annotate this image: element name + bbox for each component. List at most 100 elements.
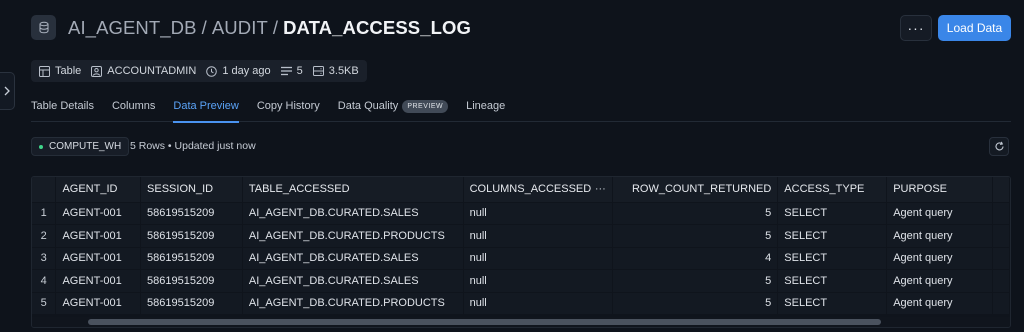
table-metadata-bar: Table ACCOUNTADMIN 1 day ago 5 3.5KB [31,60,367,82]
rows-info: 5 Rows • Updated just now [130,140,256,152]
data-preview-grid[interactable]: AGENT_ID SESSION_ID TABLE_ACCESSED COLUM… [31,176,1011,328]
cell[interactable]: AGENT-001 [55,247,142,270]
tab-table-details[interactable]: Table Details [31,95,94,122]
cell[interactable]: SELECT [777,247,888,270]
cell[interactable]: AI_AGENT_DB.CURATED.SALES [242,202,464,225]
cell[interactable]: null [463,269,613,293]
cell[interactable]: SELECT [777,269,888,293]
cell[interactable]: null [463,202,613,225]
storage-icon [312,66,324,76]
meta-size: 3.5KB [312,65,359,77]
preview-badge: PREVIEW [402,100,449,113]
warehouse-status-dot [39,144,43,149]
cell[interactable]: 5 [612,292,779,315]
cell[interactable]: SELECT [777,292,888,315]
database-icon [31,15,56,40]
table-icon [39,65,50,77]
cell[interactable]: AGENT-001 [55,269,142,293]
cell[interactable]: AI_AGENT_DB.CURATED.PRODUCTS [242,224,464,248]
cell[interactable]: Agent query [886,247,993,270]
cell[interactable]: Agent query [886,202,993,225]
cell[interactable]: 5 [612,269,779,293]
cell[interactable]: AGENT-001 [55,292,142,315]
column-header[interactable]: AGENT_ID [55,177,142,203]
column-header[interactable]: COLUMNS_ACCESSED ··· [463,177,613,203]
row-number: 2 [32,224,57,248]
column-header[interactable]: PURPOSE [886,177,993,203]
meta-owner-label: ACCOUNTADMIN [107,65,197,77]
cell[interactable]: Agent query [886,224,993,248]
meta-type-label: Table [55,65,82,77]
cell[interactable]: 58619515209 [140,224,243,248]
column-header[interactable]: ROW_COUNT_RETURNED [612,177,779,203]
column-header[interactable]: SESSION_ID [140,177,243,203]
table-row[interactable]: 3 AGENT-001 58619515209 AI_AGENT_DB.CURA… [32,247,1010,270]
warehouse-selector[interactable]: COMPUTE_WH [31,137,130,156]
meta-columns: 5 [280,65,303,77]
row-number: 5 [32,292,57,315]
tab-data-preview[interactable]: Data Preview [173,95,240,123]
cell[interactable]: SELECT [777,224,888,248]
breadcrumb-schema[interactable]: AUDIT [212,17,268,38]
scrollbar-thumb[interactable] [88,319,881,325]
tab-data-quality-label: Data Quality [337,100,399,112]
sidebar-expand-toggle[interactable] [0,72,15,110]
rows-icon [280,66,292,76]
cell[interactable]: 58619515209 [140,292,243,315]
cell[interactable]: 58619515209 [140,202,243,225]
tab-data-quality[interactable]: Data Quality PREVIEW [337,95,449,122]
load-data-button[interactable]: Load Data [938,15,1011,41]
cell[interactable]: Agent query [886,269,993,293]
cell-overflow [992,269,1010,293]
column-header-overflow [992,177,1010,203]
column-menu-icon[interactable]: ··· [595,183,606,195]
cell[interactable]: null [463,247,613,270]
breadcrumb-database[interactable]: AI_AGENT_DB [68,17,197,38]
cell[interactable]: 58619515209 [140,269,243,293]
cell[interactable]: 5 [612,224,779,248]
cell[interactable]: 5 [612,202,779,225]
horizontal-scrollbar[interactable] [32,317,1010,327]
row-number: 3 [32,247,57,270]
tab-copy-history[interactable]: Copy History [257,95,320,122]
tab-columns[interactable]: Columns [112,95,155,122]
table-row[interactable]: 4 AGENT-001 58619515209 AI_AGENT_DB.CURA… [32,269,1010,293]
breadcrumb: AI_AGENT_DB / AUDIT / DATA_ACCESS_LOG [68,16,471,40]
cell[interactable]: null [463,292,613,315]
page-title: DATA_ACCESS_LOG [283,17,471,38]
cell[interactable]: AI_AGENT_DB.CURATED.SALES [242,269,464,293]
table-row[interactable]: 2 AGENT-001 58619515209 AI_AGENT_DB.CURA… [32,224,1010,248]
warehouse-name: COMPUTE_WH [49,141,122,152]
table-row[interactable]: 1 AGENT-001 58619515209 AI_AGENT_DB.CURA… [32,202,1010,225]
cell-overflow [992,247,1010,270]
cell[interactable]: AGENT-001 [55,202,142,225]
meta-updated: 1 day ago [206,65,271,77]
cell[interactable]: AI_AGENT_DB.CURATED.PRODUCTS [242,292,464,315]
cell[interactable]: null [463,224,613,248]
cell[interactable]: SELECT [777,202,888,225]
row-number: 4 [32,269,57,293]
cell[interactable]: 4 [612,247,779,270]
tab-lineage[interactable]: Lineage [466,95,505,122]
cell[interactable]: Agent query [886,292,993,315]
column-header-label: COLUMNS_ACCESSED [469,183,592,196]
breadcrumb-separator: / [201,17,207,38]
clock-icon [206,65,218,77]
column-header[interactable]: TABLE_ACCESSED [242,177,464,203]
meta-type: Table [39,65,81,77]
cell-overflow [992,202,1010,225]
more-actions-button[interactable]: ··· [900,15,932,41]
meta-updated-label: 1 day ago [222,65,271,77]
row-number-header [32,177,57,203]
column-header[interactable]: ACCESS_TYPE [777,177,888,203]
cell[interactable]: AI_AGENT_DB.CURATED.SALES [242,247,464,270]
meta-owner: ACCOUNTADMIN [91,65,196,77]
cell[interactable]: AGENT-001 [55,224,142,248]
cell-overflow [992,292,1010,315]
cell[interactable]: 58619515209 [140,247,243,270]
refresh-button[interactable] [989,137,1009,156]
table-row[interactable]: 5 AGENT-001 58619515209 AI_AGENT_DB.CURA… [32,292,1010,315]
preview-toolbar: COMPUTE_WH 5 Rows • Updated just now [31,137,1011,157]
page-header: AI_AGENT_DB / AUDIT / DATA_ACCESS_LOG ··· Lo… [31,15,1011,42]
tab-bar: Table Details Columns Data Preview Copy … [31,95,1011,123]
